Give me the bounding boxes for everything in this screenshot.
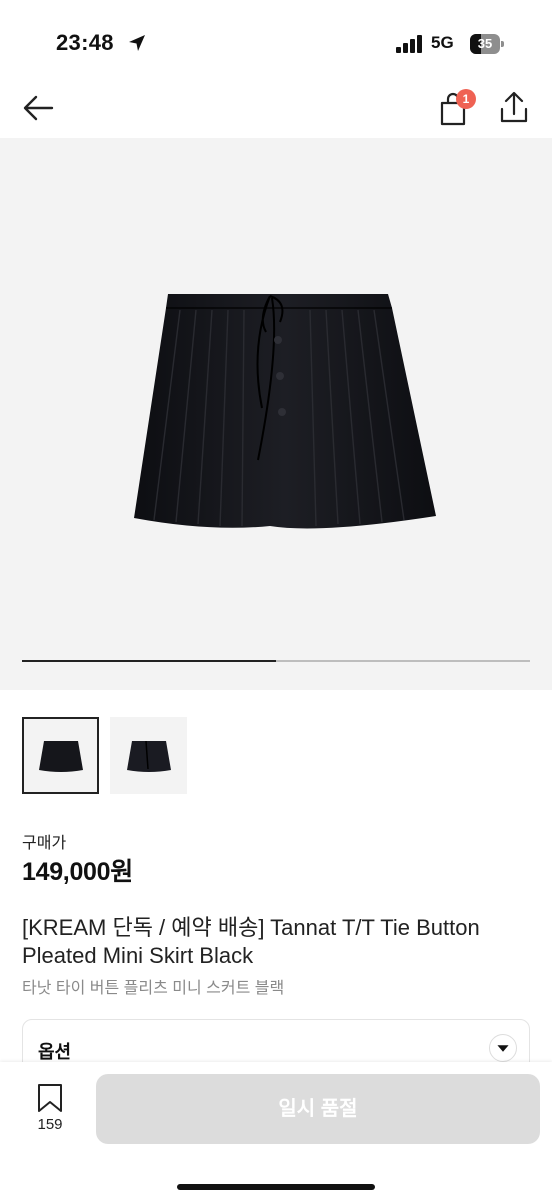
battery-tip [501, 41, 504, 47]
share-button[interactable] [496, 88, 532, 128]
battery-icon: 35 [470, 34, 504, 54]
bookmark-icon [38, 1084, 62, 1112]
nav-bar: 1 [0, 80, 552, 138]
temporarily-sold-out-button[interactable]: 일시 품절 [96, 1074, 540, 1144]
thumbnail-1[interactable] [22, 717, 99, 794]
network-type: 5G [431, 33, 454, 52]
status-time: 23:48 [56, 30, 114, 55]
status-bar: 23:48 5G 35 [0, 0, 552, 80]
thumbnail-skirt-front [38, 740, 83, 772]
bookmark-button[interactable]: 159 [24, 1082, 76, 1142]
home-indicator [177, 1184, 375, 1190]
thumbnail-strip [22, 717, 322, 794]
gallery-progress-bar [22, 660, 530, 662]
cellular-signal-icon [396, 35, 422, 53]
product-subtitle: 타낫 타이 버튼 플리츠 미니 스커트 블랙 [22, 980, 285, 997]
cart-badge: 1 [456, 89, 476, 109]
chevron-down-icon [489, 1034, 517, 1062]
battery-percent: 35 [477, 36, 493, 51]
thumbnail-2[interactable] [110, 717, 187, 794]
share-icon [500, 91, 528, 123]
product-gallery[interactable] [0, 138, 552, 690]
bookmark-count: 159 [37, 1116, 63, 1133]
price-label: 구매가 [22, 835, 67, 852]
cart-button[interactable]: 1 [436, 86, 480, 128]
option-label: 옵션 [38, 1042, 72, 1062]
back-button[interactable] [20, 90, 60, 126]
thumbnail-skirt-back [126, 740, 171, 772]
price-value: 149,000원 [22, 858, 133, 886]
bottom-action-bar: 159 일시 품절 [0, 1062, 552, 1200]
product-image-skirt [134, 294, 436, 529]
gallery-progress-fill [22, 660, 276, 662]
location-arrow-icon [129, 35, 145, 51]
arrow-left-icon [23, 95, 54, 121]
product-title: [KREAM 단독 / 예약 배송] Tannat T/T Tie Button… [22, 915, 480, 968]
